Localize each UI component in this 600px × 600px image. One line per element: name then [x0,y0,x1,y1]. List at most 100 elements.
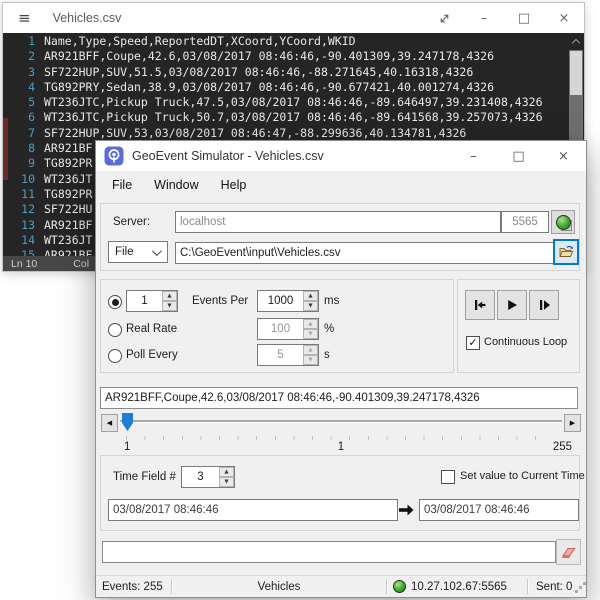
poll-input[interactable] [258,345,303,365]
close-button[interactable]: × [541,141,586,171]
step-back-button[interactable] [465,290,495,320]
interval-spinner: ▲▼ [257,290,319,312]
connected-indicator-icon [556,215,571,230]
spin-up-icon[interactable]: ▲ [303,319,318,329]
connection-status-icon [393,580,406,593]
server-host-input[interactable] [175,211,501,233]
scrollbar-thumb[interactable] [570,51,582,95]
clear-button[interactable] [556,539,581,565]
events-per-label: Events Per [192,290,248,312]
layer-name-cell: Vehicles [172,576,386,597]
line-number: 2 [3,49,35,64]
csv-line: 7SF722HUP,SUV,53,03/08/2017 08:46:47,-88… [3,126,584,141]
spin-up-icon[interactable]: ▲ [162,291,177,301]
check-icon: ✓ [468,338,477,348]
csv-line: 6WT236JTC,Pickup Truck,50.7,03/08/2017 0… [3,110,584,125]
file-path-input[interactable] [175,242,555,264]
line-number: 14 [3,233,35,248]
hamburger-menu-icon[interactable]: ≡ [18,9,31,27]
slider-right-arrow[interactable]: ▶ [564,414,581,432]
menu-window[interactable]: Window [143,178,209,192]
slider-thumb[interactable] [122,413,133,431]
spin-down-icon[interactable]: ▼ [162,301,177,311]
events-per-radio[interactable] [108,295,122,309]
minimize-button[interactable]: – [464,3,504,33]
interval-input[interactable] [258,291,303,311]
line-number: 4 [3,80,35,95]
simulator-titlebar: GeoEvent Simulator - Vehicles.csv – □ × [96,141,586,171]
csv-line: 4TG892PRY,Sedan,38.9,03/08/2017 08:46:46… [3,80,584,95]
poll-spinner: ▲▼ [257,344,319,366]
resize-grip[interactable] [579,586,582,589]
spin-down-icon[interactable]: ▼ [303,301,318,311]
line-number: 13 [3,218,35,233]
time-from-field[interactable] [108,499,398,521]
menubar: File Window Help [96,171,586,198]
events-count-spinner: ▲▼ [126,290,178,312]
line-text: WT236JTC,Pickup Truck,50.7,03/08/2017 08… [44,110,543,125]
spin-down-icon[interactable]: ▼ [303,355,318,365]
continuous-loop-checkbox[interactable]: ✓ [466,336,480,350]
connect-button[interactable] [551,210,575,234]
gutter-modified-marker [3,118,8,180]
real-rate-label: Real Rate [126,318,177,340]
editor-titlebar: ≡ Vehicles.csv – □ × [3,3,584,33]
current-event-field[interactable] [100,387,578,409]
step-forward-button[interactable] [529,290,559,320]
real-rate-spinner: ▲▼ [257,318,319,340]
line-text: AR921BFF,Coupe,42.6,03/08/2017 08:46:46,… [44,49,494,64]
scroll-up-icon[interactable] [569,34,583,50]
message-field[interactable] [102,541,556,563]
menu-file[interactable]: File [101,178,143,192]
endpoint-cell: 10.27.102.67:5565 [387,576,527,597]
source-type-value: File [115,246,134,258]
chevron-down-icon [152,246,162,256]
slider-track[interactable] [120,420,562,422]
slider-left-arrow[interactable]: ◀ [101,414,118,432]
spin-up-icon[interactable]: ▲ [219,467,234,477]
server-port-input[interactable] [501,211,549,233]
events-count: Events: 255 [102,581,163,593]
eraser-icon [561,544,577,560]
maximize-button[interactable]: □ [496,141,541,171]
spin-down-icon[interactable]: ▼ [303,329,318,339]
sent-count: Sent: 0 [536,581,572,593]
time-field-group: Time Field # ▲▼ Set value to Current Tim… [100,455,580,531]
close-button[interactable]: × [544,3,584,33]
spin-up-icon[interactable]: ▲ [303,345,318,355]
minimize-button[interactable]: – [451,141,496,171]
source-type-dropdown[interactable]: File [108,241,168,263]
time-field-input[interactable] [182,467,219,487]
spin-down-icon[interactable]: ▼ [219,477,234,487]
time-to-field[interactable] [419,499,579,521]
set-current-time-label: Set value to Current Time [460,465,585,487]
menu-help[interactable]: Help [210,178,258,192]
arrow-right-icon [398,503,414,517]
layer-name: Vehicles [258,581,301,593]
real-rate-unit-label: % [324,318,334,340]
time-field-spinner: ▲▼ [181,466,235,488]
line-text: AR921BF [44,218,92,233]
browse-file-button[interactable] [553,239,579,265]
maximize-button[interactable]: □ [504,3,544,33]
line-number: 3 [3,65,35,80]
expand-icon[interactable] [424,3,464,33]
csv-line: 5WT236JTC,Pickup Truck,47.5,03/08/2017 0… [3,95,584,110]
real-rate-radio[interactable] [108,323,122,337]
events-count-input[interactable] [127,291,162,311]
server-label: Server: [113,211,150,233]
line-number: 15 [3,248,35,256]
line-text: WT236JT [44,233,92,248]
simulator-statusbar: Events: 255 Vehicles 10.27.102.67:5565 S… [96,575,586,597]
poll-every-radio[interactable] [108,349,122,363]
real-rate-input[interactable] [258,319,303,339]
line-number: 1 [3,34,35,49]
spin-up-icon[interactable]: ▲ [303,291,318,301]
set-current-time-checkbox[interactable] [441,470,455,484]
open-folder-icon [558,244,574,260]
play-button[interactable] [497,290,527,320]
events-count-cell: Events: 255 [96,576,171,597]
sent-count-cell: Sent: 0 [528,576,586,597]
rate-group: ▲▼ Events Per ▲▼ ms Real Rate ▲▼ % Poll … [100,279,454,373]
play-icon [504,297,520,313]
